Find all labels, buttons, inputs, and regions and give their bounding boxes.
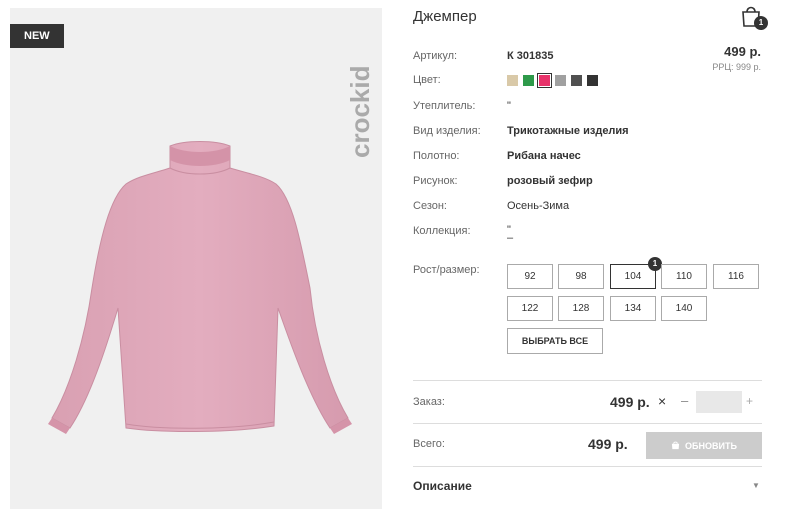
remove-item-icon[interactable]: × — [658, 393, 666, 409]
type-label: Вид изделия: — [413, 125, 481, 137]
product-price: 499 р. — [724, 44, 761, 59]
pattern-label: Рисунок: — [413, 175, 458, 187]
season-value: Осень-Зима — [507, 200, 570, 212]
description-toggle[interactable]: Описание — [413, 479, 472, 493]
color-swatch-dark-gray[interactable] — [571, 75, 582, 86]
product-title: Джемпер — [413, 8, 477, 25]
article-value: К 301835 — [507, 50, 554, 62]
size-option-98[interactable]: 98 — [558, 264, 604, 289]
color-swatches — [507, 73, 598, 88]
total-label: Всего: — [413, 438, 445, 450]
size-option-140[interactable]: 140 — [661, 296, 707, 321]
insulation-label: Утеплитель: — [413, 100, 476, 112]
new-badge: NEW — [10, 24, 64, 48]
quantity-decrease-button[interactable]: – — [681, 393, 688, 408]
update-button-label: ОБНОВИТЬ — [685, 440, 737, 451]
size-option-116[interactable]: 116 — [713, 264, 759, 289]
fabric-value: Рибана начес — [507, 150, 581, 162]
color-swatch-gray[interactable] — [555, 75, 566, 86]
quantity-input[interactable] — [696, 391, 742, 413]
size-label: Рост/размер: — [413, 264, 480, 276]
cart-count-badge: 1 — [754, 16, 768, 30]
size-option-122[interactable]: 122 — [507, 296, 553, 321]
size-option-134[interactable]: 134 — [610, 296, 656, 321]
color-swatch-pink[interactable] — [537, 73, 552, 88]
pattern-value: розовый зефир — [507, 175, 593, 187]
product-image-panel: NEW crockid — [10, 8, 382, 509]
season-label: Сезон: — [413, 200, 447, 212]
product-photo — [48, 141, 352, 434]
cart-button[interactable]: 1 — [740, 4, 768, 30]
insulation-value: " — [507, 100, 511, 112]
collection-label: Коллекция: — [413, 225, 471, 237]
quantity-increase-button[interactable]: + — [746, 394, 753, 408]
divider — [413, 423, 762, 424]
bag-icon — [671, 441, 680, 450]
size-option-92[interactable]: 92 — [507, 264, 553, 289]
select-all-sizes-button[interactable]: ВЫБРАТЬ ВСЕ — [507, 328, 603, 354]
order-price: 499 р. — [610, 394, 650, 410]
update-cart-button[interactable]: ОБНОВИТЬ — [646, 432, 762, 459]
total-price: 499 р. — [588, 436, 628, 452]
divider — [413, 380, 762, 381]
color-swatch-green[interactable] — [523, 75, 534, 86]
chevron-down-icon[interactable]: ▼ — [752, 481, 760, 490]
fabric-label: Полотно: — [413, 150, 460, 162]
color-swatch-beige[interactable] — [507, 75, 518, 86]
type-value: Трикотажные изделия — [507, 125, 629, 137]
recommended-price: РРЦ: 999 р. — [712, 62, 761, 72]
size-selected-count-badge: 1 — [648, 257, 662, 271]
size-option-110[interactable]: 110 — [661, 264, 707, 289]
divider — [413, 466, 762, 467]
article-label: Артикул: — [413, 50, 458, 62]
order-label: Заказ: — [413, 396, 445, 408]
color-label: Цвет: — [413, 74, 441, 86]
size-option-128[interactable]: 128 — [558, 296, 604, 321]
color-swatch-charcoal[interactable] — [587, 75, 598, 86]
collection-value-dash: – — [507, 232, 514, 244]
